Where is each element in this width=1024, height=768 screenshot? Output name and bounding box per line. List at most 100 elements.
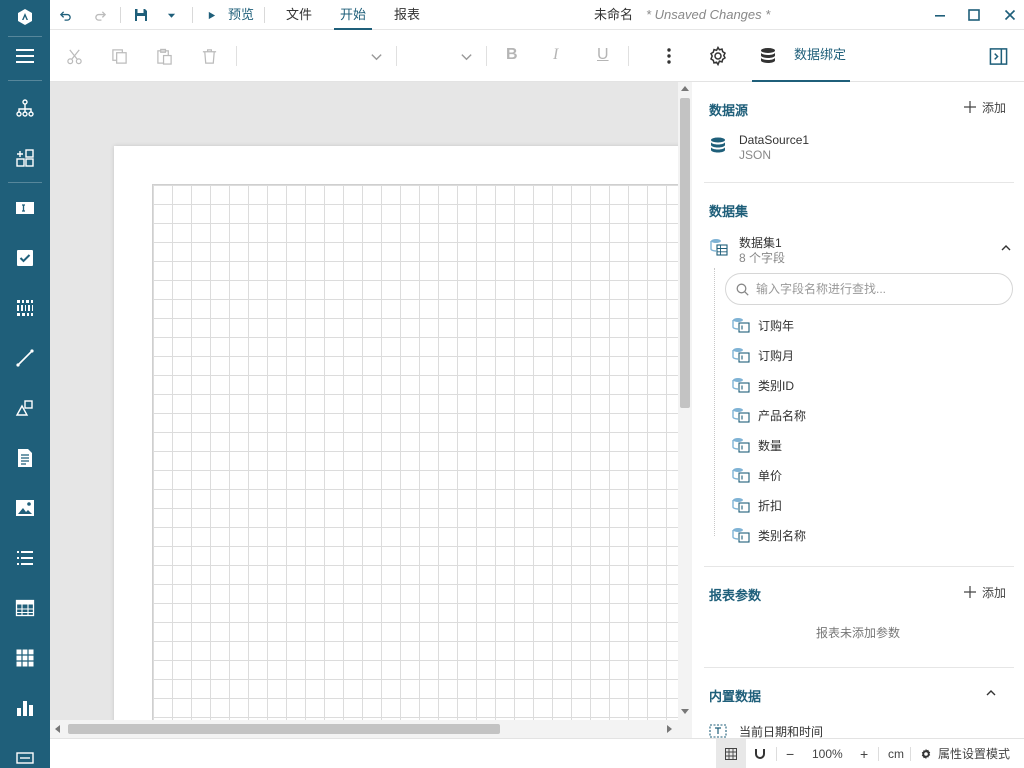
more-options-icon[interactable]	[659, 46, 679, 66]
report-explorer-icon[interactable]	[0, 88, 50, 128]
copy-icon[interactable]	[109, 46, 129, 66]
scroll-left-icon[interactable]	[55, 725, 61, 733]
toolbar-divider	[486, 46, 487, 66]
maximize-icon[interactable]	[964, 5, 984, 25]
design-canvas[interactable]	[50, 82, 678, 738]
toolbar-divider	[236, 46, 237, 66]
checkbox-tool-icon[interactable]	[0, 238, 50, 278]
field-icon	[732, 468, 750, 483]
datasource-name[interactable]: DataSource1	[739, 133, 809, 147]
field-icon	[732, 528, 750, 543]
barcode-tool-icon[interactable]	[0, 288, 50, 328]
report-grid[interactable]	[152, 184, 678, 738]
property-mode-button[interactable]: 属性设置模式	[920, 739, 1010, 768]
status-divider	[776, 747, 777, 761]
save-icon[interactable]	[132, 6, 150, 24]
delete-icon[interactable]	[199, 46, 219, 66]
add-param-button[interactable]: 添加	[964, 584, 1006, 600]
section-divider	[704, 182, 1014, 183]
vertical-scroll-thumb[interactable]	[680, 98, 690, 408]
field-item[interactable]: 折扣	[732, 490, 992, 520]
field-name: 类别名称	[758, 528, 807, 543]
plus-icon	[964, 101, 976, 113]
scroll-right-icon[interactable]	[666, 725, 672, 733]
dataset-field-count: 8 个字段	[739, 251, 786, 265]
field-item[interactable]: 产品名称	[732, 400, 992, 430]
zoom-in-button[interactable]: +	[860, 739, 868, 768]
field-name: 类别ID	[758, 378, 795, 393]
close-icon[interactable]	[1000, 5, 1020, 25]
vertical-scrollbar[interactable]	[678, 82, 692, 720]
chart-tool-icon[interactable]	[0, 688, 50, 728]
menu-divider	[264, 7, 265, 23]
document-title: 未命名	[594, 7, 634, 22]
params-empty-message: 报表未添加参数	[815, 626, 900, 640]
datetime-field-icon	[709, 724, 727, 738]
settings-gear-icon[interactable]	[708, 46, 728, 66]
add-datasource-button[interactable]: 添加	[964, 99, 1006, 115]
more-tools-icon[interactable]	[0, 738, 50, 768]
field-search-box[interactable]	[725, 273, 1013, 305]
data-binding-panel: 数据源 添加 DataSource1 JSON 数据集 数据集1 8 个字段 订…	[692, 82, 1024, 738]
field-item[interactable]: 类别名称	[732, 520, 992, 550]
menu-home[interactable]: 开始	[334, 0, 372, 30]
italic-button[interactable]: I	[553, 46, 558, 64]
horizontal-scroll-thumb[interactable]	[68, 724, 500, 734]
datasource-section-title: 数据源	[709, 103, 749, 118]
table-tool-icon[interactable]	[0, 588, 50, 628]
preview-play-icon[interactable]	[202, 6, 220, 24]
underline-button[interactable]: U	[597, 46, 609, 64]
list-tool-icon[interactable]	[0, 538, 50, 578]
field-name: 产品名称	[758, 408, 807, 423]
save-options-chevron-icon[interactable]	[162, 6, 180, 24]
menu-file[interactable]: 文件	[278, 0, 320, 30]
preview-button[interactable]: 预览	[226, 0, 256, 30]
minimize-icon[interactable]	[930, 5, 950, 25]
matrix-tool-icon[interactable]	[0, 638, 50, 678]
scroll-corner	[678, 720, 692, 738]
builtin-section-title: 内置数据	[709, 689, 762, 704]
field-item[interactable]: 数量	[732, 430, 992, 460]
line-tool-icon[interactable]	[0, 338, 50, 378]
menu-icon[interactable]	[0, 36, 50, 76]
collapse-builtin-chevron-up-icon[interactable]	[986, 689, 996, 696]
field-name: 订购年	[758, 318, 795, 333]
richtext-tool-icon[interactable]	[0, 438, 50, 478]
scroll-down-icon[interactable]	[681, 708, 689, 714]
collapse-dataset-chevron-up-icon[interactable]	[1001, 244, 1011, 251]
cut-icon[interactable]	[64, 46, 84, 66]
unit-selector[interactable]: cm	[888, 739, 904, 768]
font-size-dropdown-chevron-icon[interactable]	[456, 46, 476, 66]
image-tool-icon[interactable]	[0, 488, 50, 528]
toggle-panel-icon[interactable]	[988, 46, 1008, 66]
font-family-dropdown-chevron-icon[interactable]	[366, 46, 386, 66]
datasource-database-icon	[711, 137, 725, 153]
paste-icon[interactable]	[154, 46, 174, 66]
components-icon[interactable]	[0, 138, 50, 178]
textbox-tool-icon[interactable]	[0, 188, 50, 228]
tab-data-binding-label[interactable]: 数据绑定	[794, 30, 846, 80]
zoom-level[interactable]: 100%	[812, 739, 843, 768]
snap-toggle-button[interactable]	[750, 739, 770, 768]
menu-report[interactable]: 报表	[386, 0, 428, 30]
builtin-item-datetime[interactable]: 当前日期和时间	[739, 723, 823, 738]
bold-button[interactable]: B	[506, 46, 518, 64]
report-page[interactable]	[114, 146, 678, 738]
field-item[interactable]: 类别ID	[732, 370, 992, 400]
database-icon[interactable]	[758, 46, 778, 66]
field-icon	[732, 378, 750, 393]
redo-icon[interactable]	[91, 6, 109, 24]
left-sidebar	[0, 0, 50, 768]
field-search-input[interactable]	[756, 281, 1001, 297]
zoom-out-button[interactable]: −	[786, 739, 794, 768]
field-item[interactable]: 订购年	[732, 310, 992, 340]
app-logo-icon	[16, 8, 34, 26]
field-item[interactable]: 订购月	[732, 340, 992, 370]
scroll-up-icon[interactable]	[681, 86, 689, 92]
undo-icon[interactable]	[56, 6, 74, 24]
horizontal-scrollbar[interactable]	[50, 720, 678, 738]
grid-toggle-button[interactable]	[716, 739, 746, 768]
shape-tool-icon[interactable]	[0, 388, 50, 428]
field-item[interactable]: 单价	[732, 460, 992, 490]
gear-icon	[921, 748, 931, 760]
